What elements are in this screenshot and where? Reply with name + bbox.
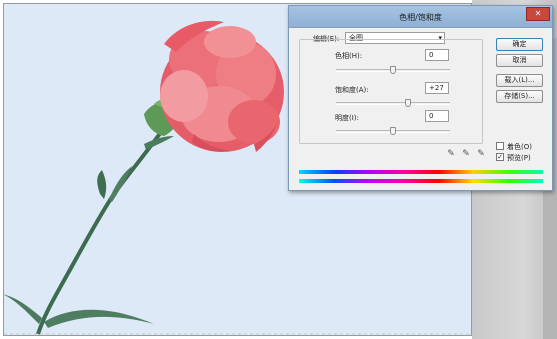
hue-input[interactable]: 0 — [425, 49, 449, 61]
input-color-bar — [299, 170, 543, 174]
preview-checkbox[interactable]: ✓ — [496, 153, 504, 161]
lightness-label: 明度(I): — [335, 114, 359, 122]
colorize-label: 着色(O) — [507, 143, 532, 151]
eyedropper-plus-icon[interactable]: ✎ — [461, 149, 471, 159]
eyedropper-minus-icon[interactable]: ✎ — [476, 149, 486, 159]
saturation-label: 饱和度(A): — [335, 86, 369, 94]
lightness-slider-thumb[interactable] — [390, 127, 396, 135]
hue-saturation-dialog: 色相/饱和度 ✕ 编辑(E): 全图 ▾ 色相(H): 0 饱和度(A): +2… — [288, 5, 553, 191]
saturation-slider-thumb[interactable] — [405, 99, 411, 107]
hue-label: 色相(H): — [335, 52, 363, 60]
preview-label: 预览(P) — [507, 154, 531, 162]
hue-slider-thumb[interactable] — [390, 66, 396, 74]
cancel-button[interactable]: 取消 — [496, 54, 543, 67]
lightness-input[interactable]: 0 — [425, 110, 449, 122]
saturation-input[interactable]: +27 — [425, 82, 449, 94]
colorize-checkbox[interactable] — [496, 142, 504, 150]
dialog-titlebar[interactable]: 色相/饱和度 ✕ — [289, 6, 552, 28]
saturation-slider-track[interactable] — [336, 102, 450, 105]
dialog-title: 色相/饱和度 — [399, 13, 442, 22]
eyedropper-icon[interactable]: ✎ — [446, 149, 456, 159]
close-icon[interactable]: ✕ — [526, 7, 550, 21]
load-button[interactable]: 载入(L)... — [496, 74, 543, 87]
output-color-bar — [299, 179, 543, 183]
save-button[interactable]: 存储(S)... — [496, 90, 543, 103]
ok-button[interactable]: 确定 — [496, 38, 543, 51]
